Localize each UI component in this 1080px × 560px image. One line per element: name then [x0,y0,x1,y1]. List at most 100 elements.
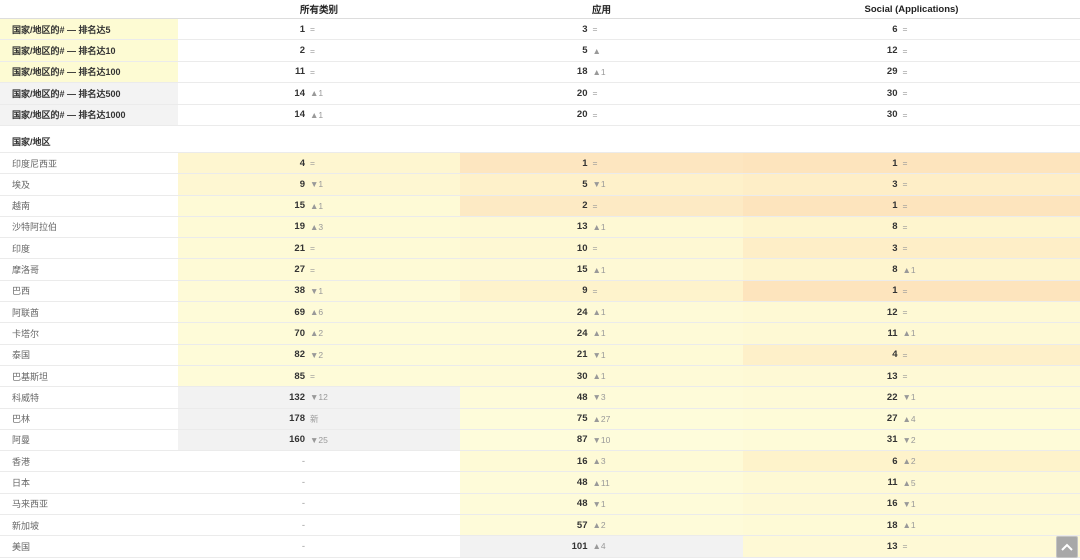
rank-change: ▲1 [592,371,606,382]
rank-cell-all-categories: 11 = [178,62,460,82]
rank-cell-apps: 101 ▲4 [460,536,743,557]
rank-value: 31 [886,434,898,446]
rank-change: ▼1 [310,285,324,296]
rank-cell-all-categories: - [178,515,460,536]
rank-cell-all-categories: - [178,536,460,557]
rank-cell-social: 13 = [743,365,1080,387]
rank-cell-social: 29 = [743,62,1080,82]
table-header-row: 所有类别 应用 Social (Applications) [0,0,1080,19]
rank-change: ▼2 [902,434,916,445]
rank-change: ▼2 [310,349,324,360]
country-name: 科威特 [12,392,40,403]
rank-change: ▲1 [902,328,916,339]
rank-cell-apps: 13 ▲1 [460,216,743,238]
rank-change: = [310,158,315,169]
rank-value: 82 [294,349,305,361]
country-row: 印度 21 = 10 = 3 = [0,238,1080,260]
rank-change: ▼10 [592,434,611,445]
rank-value: 5 [582,178,588,190]
rank-value: 2 [299,45,305,57]
rank-change: = [902,200,908,211]
rank-value: 4 [892,349,898,361]
rank-change: = [902,285,908,296]
rank-cell-all-categories: 9 ▼1 [178,174,460,195]
rank-change: = [592,109,598,120]
rank-value: 1 [892,157,898,169]
country-name: 阿曼 [12,435,31,446]
rank-cell-all-categories: 178 新 [178,408,460,429]
rank-change: ▲3 [592,456,606,467]
rank-value: 15 [294,200,305,212]
rank-change: = [310,371,315,382]
rank-change: = [902,158,908,169]
section-header-row: 国家/地区 [0,126,1080,153]
header-corner [0,0,178,18]
rank-value: 10 [576,242,588,254]
country-name: 巴基斯坦 [12,371,49,382]
country-row: 日本 - 48 ▲11 11 ▲5 [0,472,1080,494]
rank-value: 20 [576,87,588,99]
rank-value: 48 [576,477,588,489]
summary-row: 国家/地区的# — 排名达100 11 = 18 ▲1 29 = [0,61,1080,84]
rank-value: 5 [582,45,588,57]
rank-cell-social: 1 = [743,195,1080,216]
rank-change: = [902,88,908,99]
rank-cell-apps: 2 = [460,195,743,216]
country-name: 越南 [12,201,31,212]
rank-value: 30 [886,109,898,121]
rank-change: = [902,221,908,232]
rank-change: ▼1 [592,179,606,190]
rank-value: 13 [576,221,588,233]
country-name: 巴西 [12,286,31,297]
rank-cell-social: 31 ▼2 [743,429,1080,451]
country-name: 印度 [12,243,31,254]
rank-cell-all-categories: 70 ▲2 [178,323,460,344]
country-row: 巴林 178 新 75 ▲27 27 ▲4 [0,408,1080,430]
section-title: 国家/地区 [12,137,51,148]
rank-value: 24 [576,327,588,339]
ranking-table: 所有类别 应用 Social (Applications) 国家/地区的# — … [0,0,1080,558]
rank-change: = [902,179,908,190]
rank-value: 160 [289,434,305,446]
rank-cell-all-categories: 85 = [178,365,460,387]
rank-change: = [902,349,908,360]
rank-cell-apps: 24 ▲1 [460,323,743,344]
rank-cell-social: 12 = [743,40,1080,60]
rank-value: 16 [576,455,588,467]
rank-cell-apps: 16 ▲3 [460,451,743,472]
rank-cell-all-categories: 69 ▲6 [178,302,460,323]
country-row: 摩洛哥 27 = 15 ▲1 8 ▲1 [0,259,1080,281]
rank-cell-social: 6 ▲2 [743,451,1080,472]
rank-value: 19 [294,221,305,233]
rank-change: ▲2 [310,328,324,339]
rank-value: 27 [886,413,898,425]
rank-change: = [592,200,598,211]
rank-cell-all-categories: - [178,472,460,493]
country-name: 马来西亚 [12,499,49,510]
rank-change: ▲5 [902,477,916,488]
rank-value: 15 [576,264,588,276]
rank-value: 29 [886,66,898,78]
rank-cell-social: 30 = [743,83,1080,103]
rank-cell-all-categories: 14 ▲1 [178,83,460,103]
rank-cell-social: 3 = [743,238,1080,259]
rank-value: 13 [886,370,898,382]
rank-change: ▲1 [310,200,324,211]
rank-cell-social: 8 = [743,216,1080,238]
rank-cell-all-categories: 19 ▲3 [178,216,460,238]
rank-cell-all-categories: 82 ▼2 [178,344,460,365]
rank-cell-social: 27 ▲4 [743,408,1080,429]
rank-change: ▲6 [310,307,324,318]
rank-change: = [902,45,908,56]
rank-cell-all-categories: 2 = [178,40,460,60]
scroll-to-top-button[interactable] [1056,536,1078,558]
country-row: 越南 15 ▲1 2 = 1 = [0,195,1080,217]
rank-value: 85 [294,370,305,382]
rank-change: ▲ [592,45,601,56]
rank-cell-apps: 30 ▲1 [460,365,743,387]
rank-change: ▲1 [592,221,606,232]
rank-change: ▼3 [592,392,606,403]
rank-value: - [301,519,305,531]
rank-value: 14 [294,87,305,99]
country-name: 沙特阿拉伯 [12,222,58,233]
